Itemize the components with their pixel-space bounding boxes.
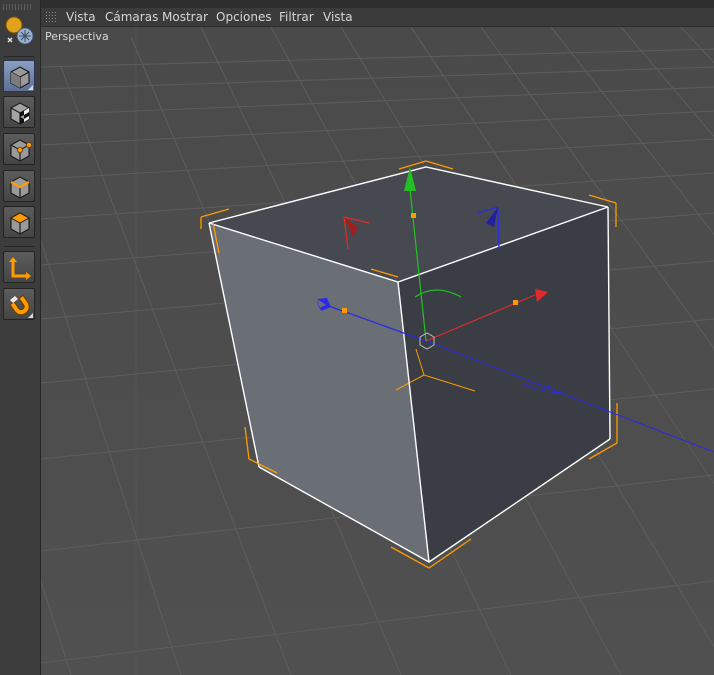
polygons-mode-button[interactable]: [3, 206, 35, 238]
points-mode-icon: [10, 139, 32, 162]
viewport-menubar: Vista Cámaras Mostrar Opciones Filtrar V…: [41, 8, 714, 27]
z-axis-handle[interactable]: [342, 308, 347, 313]
perspective-viewport[interactable]: Perspectiva: [41, 27, 714, 675]
viewport-scene[interactable]: [41, 27, 714, 675]
separator: [4, 56, 34, 57]
separator: [4, 246, 34, 247]
viewport-camera-label: Perspectiva: [45, 30, 109, 43]
menu-mostrar[interactable]: Mostrar: [162, 9, 208, 25]
polygons-mode-icon: [9, 212, 31, 235]
top-strip: [41, 0, 714, 8]
tool-palette: [0, 0, 41, 675]
edges-mode-button[interactable]: [3, 170, 35, 202]
axis-mode-button[interactable]: [3, 251, 35, 283]
menu-opciones[interactable]: Opciones: [216, 9, 272, 25]
menu-filtrar[interactable]: Filtrar: [279, 9, 314, 25]
edges-mode-icon: [10, 176, 30, 199]
menu-camaras[interactable]: Cámaras: [105, 9, 158, 25]
menubar-grip[interactable]: [45, 11, 57, 23]
snap-magnet-button[interactable]: [3, 288, 35, 320]
texture-mode-button[interactable]: [3, 96, 35, 128]
axis-mode-icon: [9, 257, 31, 280]
model-mode-button[interactable]: [3, 60, 35, 92]
menu-vista-2[interactable]: Vista: [323, 9, 353, 25]
texture-mode-icon: [10, 102, 30, 125]
y-axis-handle[interactable]: [411, 213, 416, 218]
make-editable-icon: [5, 16, 34, 45]
points-mode-button[interactable]: [3, 133, 35, 165]
make-editable-button[interactable]: [3, 14, 35, 46]
x-axis-handle[interactable]: [513, 300, 518, 305]
palette-grip[interactable]: [3, 4, 33, 10]
menu-vista[interactable]: Vista: [66, 9, 96, 25]
